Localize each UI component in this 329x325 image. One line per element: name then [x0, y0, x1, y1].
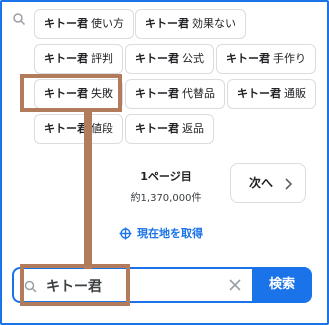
suggestion-main: キトー君	[145, 17, 189, 30]
get-location-label: 現在地を取得	[137, 227, 203, 240]
suggestion-chip[interactable]: キトー君 使い方	[34, 9, 134, 39]
suggestion-rest: 返品	[182, 122, 204, 135]
suggestion-chip[interactable]: キトー君 代替品	[125, 79, 225, 109]
page-number: 1ページ目	[140, 170, 192, 183]
suggestion-main: キトー君	[44, 122, 88, 135]
suggestion-chip[interactable]: キトー君 効果ない	[135, 9, 246, 39]
suggestion-main: キトー君	[135, 52, 179, 65]
suggestion-chip[interactable]: キトー君 手作り	[216, 44, 316, 74]
search-results-panel: キトー君 使い方 キトー君 効果ない キトー君 評判 キトー君 公式 キトー君 手作り キ…	[0, 0, 329, 325]
suggestion-rest: 使い方	[91, 17, 124, 30]
suggestion-rest: 効果ない	[192, 17, 236, 30]
suggestion-rest: 値段	[91, 122, 113, 135]
clear-icon[interactable]	[228, 278, 242, 292]
result-count: 約1,370,000件	[130, 193, 202, 204]
search-icon	[13, 13, 26, 26]
suggestion-chip[interactable]: キトー君 評判	[34, 44, 123, 74]
suggestion-rest: 代替品	[182, 87, 215, 100]
suggestion-chip[interactable]: キトー君 値段	[34, 114, 123, 144]
suggestion-chip[interactable]: キトー君 返品	[125, 114, 214, 144]
highlight-connector	[84, 112, 92, 269]
suggestion-main: キトー君	[44, 52, 88, 65]
next-page-button[interactable]: 次へ	[230, 163, 306, 203]
suggestion-rest: 公式	[182, 52, 204, 65]
suggestion-rest: 通販	[284, 87, 306, 100]
get-location-link[interactable]: 現在地を取得	[119, 225, 203, 241]
suggestion-main: キトー君	[135, 87, 179, 100]
highlight-box-search	[20, 264, 130, 306]
suggestion-main: キトー君	[237, 87, 281, 100]
search-button[interactable]: 検索	[252, 267, 312, 303]
suggestion-main: キトー君	[44, 17, 88, 30]
suggestion-chip[interactable]: キトー君 公式	[125, 44, 214, 74]
result-summary: 1ページ目 約1,370,000件	[120, 168, 212, 204]
chevron-right-icon	[285, 178, 293, 190]
suggestion-rest: 評判	[91, 52, 113, 65]
suggestion-main: キトー君	[135, 122, 179, 135]
crosshair-icon	[119, 227, 132, 239]
suggestion-rest: 手作り	[273, 52, 306, 65]
suggestion-chip[interactable]: キトー君 通販	[227, 79, 316, 109]
next-page-label: 次へ	[249, 176, 274, 190]
highlight-box-suggestion	[20, 74, 122, 112]
suggestion-main: キトー君	[226, 52, 270, 65]
